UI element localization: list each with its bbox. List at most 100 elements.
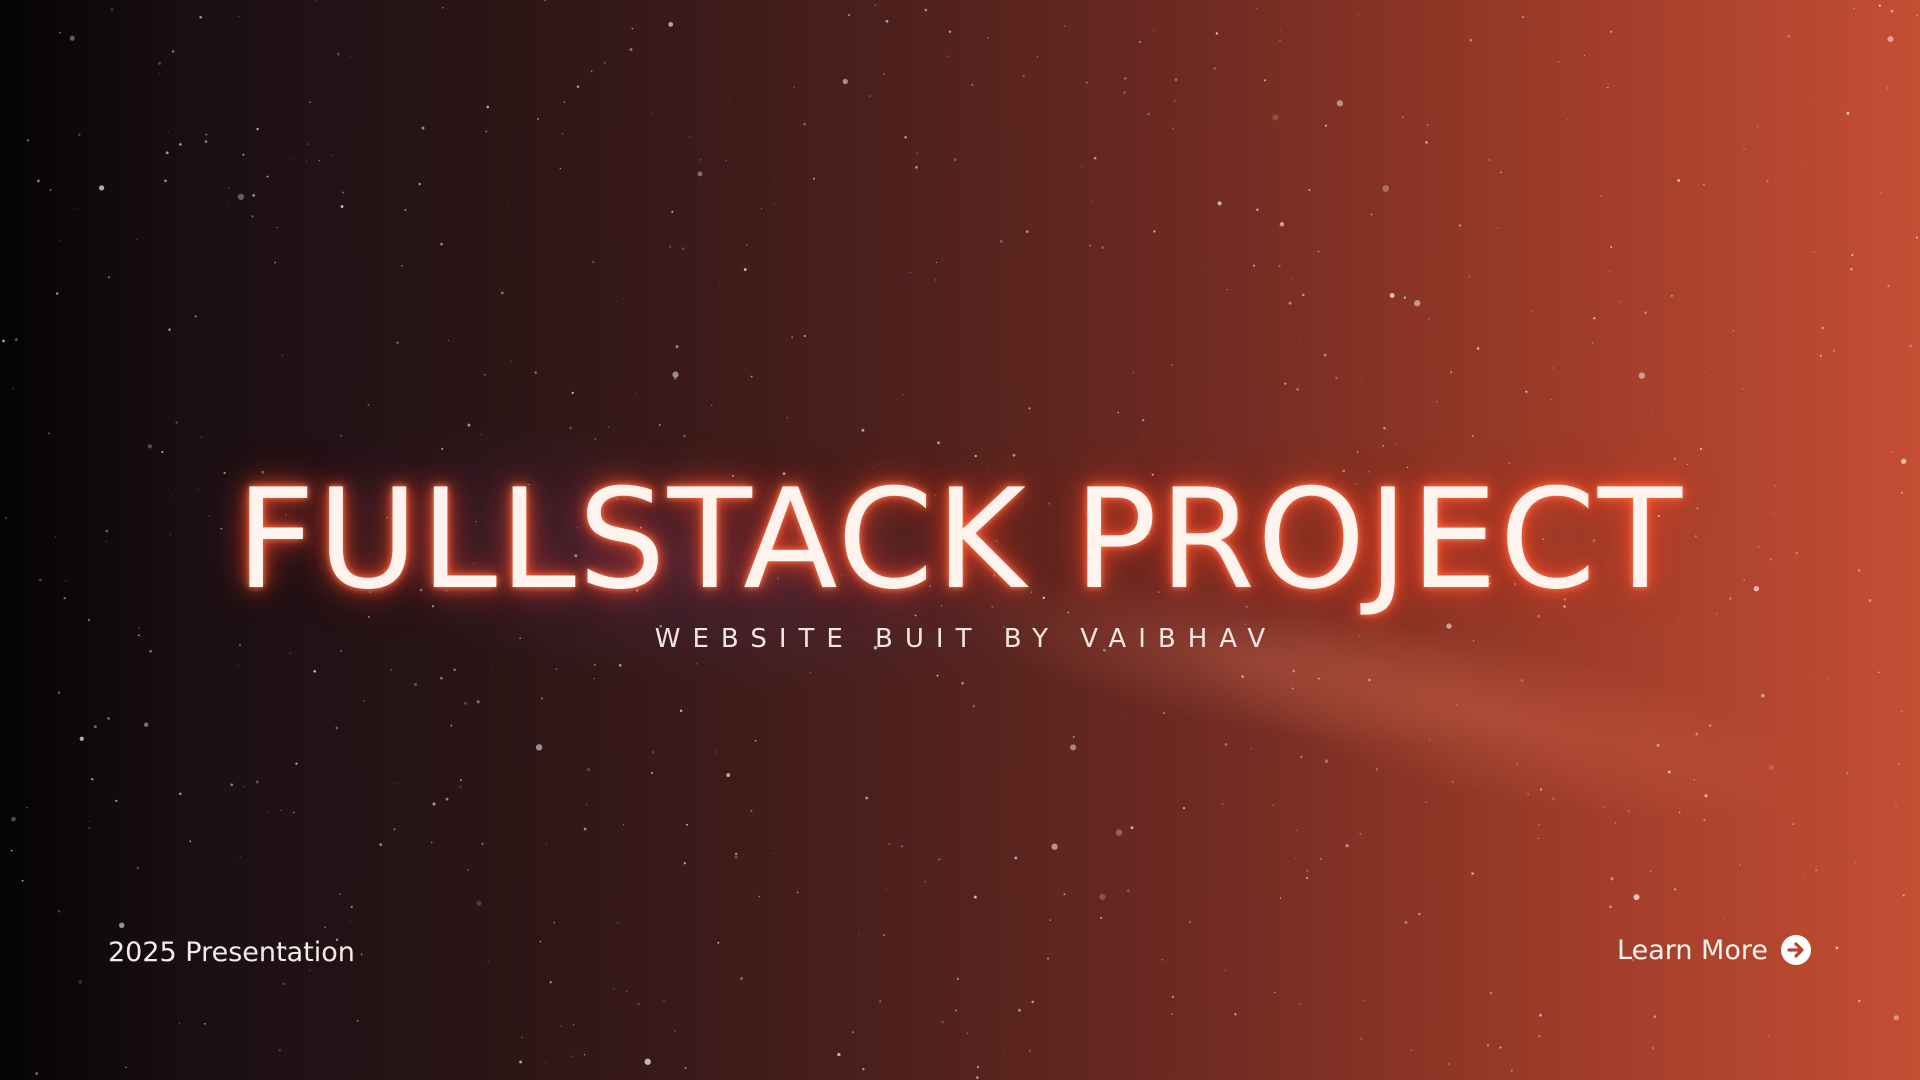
star — [559, 167, 562, 170]
star — [1704, 371, 1707, 373]
star — [758, 895, 761, 898]
star — [21, 879, 24, 882]
learn-more-button[interactable]: Learn More — [1617, 934, 1812, 966]
star — [1653, 1015, 1657, 1018]
star — [1902, 894, 1905, 897]
star — [1487, 158, 1491, 162]
star — [396, 341, 399, 344]
star — [1846, 111, 1850, 115]
star — [813, 177, 816, 180]
star — [445, 797, 449, 801]
star — [459, 786, 462, 789]
star — [1732, 330, 1735, 332]
star — [135, 238, 138, 241]
star — [561, 132, 564, 135]
star — [915, 166, 918, 169]
star — [172, 50, 175, 53]
star — [879, 1000, 882, 1003]
star — [809, 671, 812, 674]
star — [569, 426, 572, 430]
star — [1272, 114, 1279, 121]
star — [1368, 678, 1371, 682]
star — [555, 668, 558, 670]
star — [1345, 844, 1349, 848]
star — [1471, 872, 1474, 875]
star — [396, 783, 398, 785]
presentation-slide: FULLSTACK PROJECT WEBSITE BUIT BY VAIBHA… — [0, 0, 1920, 1080]
star — [401, 265, 403, 267]
star — [1356, 451, 1359, 453]
star — [725, 159, 727, 162]
star — [425, 283, 428, 285]
star — [178, 1022, 181, 1024]
star — [675, 345, 679, 349]
star — [1163, 712, 1165, 714]
star — [987, 37, 989, 39]
star — [107, 717, 110, 720]
star — [1538, 1035, 1541, 1038]
star — [404, 208, 407, 211]
star — [1213, 67, 1217, 70]
star — [1670, 294, 1673, 297]
star — [324, 926, 326, 928]
star — [48, 432, 50, 434]
star — [874, 4, 876, 7]
star — [1557, 61, 1560, 63]
star — [1288, 301, 1292, 305]
star — [1537, 837, 1539, 840]
star — [668, 22, 674, 27]
star — [1610, 877, 1614, 881]
star — [1447, 1062, 1450, 1065]
star — [1767, 1034, 1769, 1037]
star — [203, 1022, 206, 1025]
star — [1031, 1000, 1034, 1004]
star — [1815, 866, 1817, 868]
star — [1526, 793, 1530, 796]
star — [1161, 958, 1164, 961]
star — [935, 261, 937, 263]
star — [1656, 743, 1660, 747]
star — [1085, 81, 1088, 84]
star — [1122, 90, 1126, 94]
star — [966, 1032, 969, 1035]
star — [718, 282, 720, 284]
star — [1451, 780, 1454, 784]
star — [1028, 407, 1031, 410]
star — [480, 433, 483, 436]
star — [460, 779, 462, 782]
star — [1306, 869, 1309, 872]
star — [1916, 14, 1919, 17]
star — [715, 751, 718, 753]
star — [851, 1031, 854, 1034]
star — [1241, 675, 1244, 678]
star — [1028, 1049, 1031, 1052]
star — [1858, 999, 1861, 1003]
star — [521, 1036, 523, 1039]
star — [1703, 184, 1705, 186]
star — [1317, 677, 1320, 680]
star — [1250, 747, 1252, 750]
star — [803, 334, 806, 338]
star — [1335, 376, 1338, 380]
star — [1551, 797, 1555, 801]
star — [340, 205, 344, 208]
star — [1704, 794, 1708, 798]
star — [683, 434, 686, 438]
star — [1887, 36, 1894, 43]
star — [1300, 336, 1302, 338]
star — [200, 436, 203, 439]
star — [1886, 87, 1889, 89]
star — [936, 674, 939, 677]
star — [79, 736, 84, 741]
star — [1189, 921, 1191, 923]
star — [1673, 888, 1677, 891]
star — [230, 783, 234, 787]
star — [658, 424, 661, 426]
star — [165, 151, 169, 155]
star — [492, 668, 494, 670]
star — [1292, 669, 1296, 673]
star — [1450, 371, 1453, 374]
star — [1152, 29, 1155, 31]
star — [483, 373, 486, 376]
star — [1022, 74, 1025, 77]
